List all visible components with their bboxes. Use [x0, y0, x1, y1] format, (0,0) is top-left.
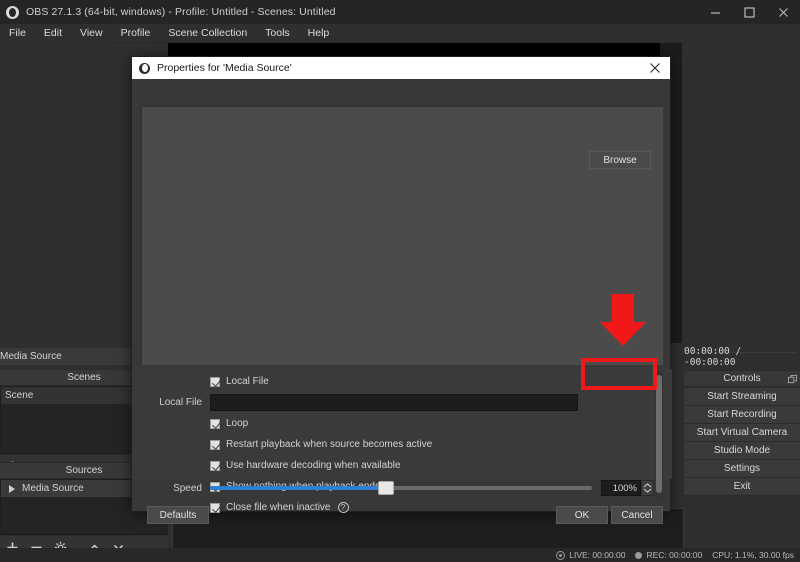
form-scrollbar-thumb[interactable] [656, 375, 662, 493]
window-title: OBS 27.1.3 (64-bit, windows) - Profile: … [26, 6, 336, 18]
help-question-icon[interactable]: ? [337, 502, 349, 513]
speed-label: Speed [173, 482, 202, 494]
menubar: File Edit View Profile Scene Collection … [0, 24, 800, 43]
defaults-button[interactable]: Defaults [147, 506, 209, 524]
menu-profile[interactable]: Profile [112, 25, 160, 41]
defaults-button-label: Defaults [159, 509, 197, 521]
live-status: LIVE: 00:00:00 [556, 550, 625, 560]
stepper-down-icon[interactable] [643, 488, 652, 493]
close-icon[interactable] [640, 57, 670, 79]
hardware-decoding-checkbox-row: Use hardware decoding when available [132, 457, 672, 474]
settings-button[interactable]: Settings [684, 460, 800, 478]
media-timer: 00:00:00 / -00:00:00 [684, 346, 800, 368]
speed-slider-handle[interactable] [377, 481, 394, 495]
speed-stepper[interactable] [641, 480, 654, 496]
properties-dialog: Properties for 'Media Source' Local File… [131, 56, 672, 524]
float-dock-icon[interactable] [788, 375, 797, 384]
settings-label: Settings [723, 463, 761, 474]
controls-button-group: Start Streaming Start Recording Start Vi… [684, 388, 800, 496]
media-timer-label: 00:00:00 / -00:00:00 [684, 346, 742, 368]
obs-logo-icon [139, 62, 150, 74]
controls-header: Controls [684, 370, 800, 387]
maximize-icon[interactable] [732, 0, 766, 24]
restart-playback-checkbox[interactable] [210, 439, 220, 450]
close-file-checkbox[interactable] [210, 502, 220, 513]
local-file-checkbox-label: Local File [226, 376, 269, 387]
dialog-titlebar: Properties for 'Media Source' [132, 57, 670, 79]
studio-mode-button[interactable]: Studio Mode [684, 442, 800, 460]
exit-label: Exit [733, 481, 751, 492]
menu-help[interactable]: Help [299, 25, 339, 41]
start-streaming-button[interactable]: Start Streaming [684, 388, 800, 406]
menu-edit[interactable]: Edit [35, 25, 71, 41]
sources-header-label: Sources [65, 465, 103, 476]
loop-checkbox[interactable] [210, 418, 220, 429]
speed-slider[interactable] [210, 481, 592, 495]
scene-item-label: Scene [5, 390, 34, 401]
browse-button[interactable]: Browse [589, 151, 651, 169]
menu-view[interactable]: View [71, 25, 112, 41]
start-streaming-label: Start Streaming [707, 391, 777, 402]
loop-checkbox-label: Loop [226, 418, 249, 429]
exit-button[interactable]: Exit [684, 478, 800, 496]
menu-scene-collection[interactable]: Scene Collection [159, 25, 256, 41]
close-file-checkbox-label: Close file when inactive [226, 502, 331, 513]
browse-button-label: Browse [603, 154, 637, 166]
window-titlebar: OBS 27.1.3 (64-bit, windows) - Profile: … [0, 0, 800, 24]
loop-checkbox-row: Loop [132, 415, 672, 432]
menu-file[interactable]: File [0, 25, 35, 41]
annotation-arrow-icon [600, 294, 646, 346]
record-dot-icon [635, 551, 643, 559]
speed-slider-track [210, 481, 592, 495]
restart-playback-checkbox-label: Restart playback when source becomes act… [226, 439, 433, 450]
speed-value-input[interactable]: 100% [601, 480, 641, 496]
close-icon[interactable] [766, 0, 800, 24]
rec-status-label: REC: 00:00:00 [646, 550, 703, 560]
obs-main-window: Media Source Scenes Scene Sources Media … [0, 0, 800, 562]
restart-playback-checkbox-row: Restart playback when source becomes act… [132, 436, 672, 453]
local-file-input-label: Local File [159, 397, 202, 408]
live-broadcast-icon [556, 550, 566, 560]
cpu-status: CPU: 1.1%, 30.00 fps [712, 550, 794, 560]
start-recording-label: Start Recording [707, 409, 777, 420]
start-recording-button[interactable]: Start Recording [684, 406, 800, 424]
hardware-decoding-checkbox[interactable] [210, 460, 220, 471]
scenes-header-label: Scenes [67, 372, 101, 383]
obs-logo-icon [6, 5, 19, 19]
cancel-button-label: Cancel [621, 509, 653, 521]
local-file-checkbox[interactable] [210, 376, 220, 387]
source-item-label: Media Source [22, 483, 84, 494]
rec-status: REC: 00:00:00 [635, 550, 702, 560]
live-status-label: LIVE: 00:00:00 [569, 550, 626, 560]
cancel-button[interactable]: Cancel [611, 506, 663, 524]
dialog-preview-pane [140, 105, 663, 365]
studio-mode-label: Studio Mode [713, 445, 771, 456]
statusbar: LIVE: 00:00:00 REC: 00:00:00 CPU: 1.1%, … [0, 548, 800, 562]
controls-header-label: Controls [723, 373, 761, 384]
local-file-input[interactable] [210, 394, 578, 411]
expand-triangle-icon [9, 484, 15, 493]
annotation-highlight-box [581, 358, 657, 390]
speed-value-label: 100% [612, 482, 637, 494]
preview-source-label: Media Source [0, 351, 62, 362]
menu-tools[interactable]: Tools [256, 25, 299, 41]
hardware-decoding-checkbox-label: Use hardware decoding when available [226, 460, 401, 471]
window-controls [698, 0, 800, 24]
start-virtual-camera-label: Start Virtual Camera [696, 427, 788, 438]
ok-button[interactable]: OK [556, 506, 608, 524]
local-file-input-row: Local File [132, 394, 672, 411]
dialog-title: Properties for 'Media Source' [157, 62, 292, 74]
cpu-status-label: CPU: 1.1%, 30.00 fps [712, 550, 794, 560]
speed-slider-fill [210, 486, 382, 490]
speed-row: Speed 100% [132, 479, 672, 497]
minimize-icon[interactable] [698, 0, 732, 24]
ok-button-label: OK [574, 509, 590, 521]
dialog-body: Local File Local File Loop Restart playb… [132, 79, 672, 524]
start-virtual-camera-button[interactable]: Start Virtual Camera [684, 424, 800, 442]
